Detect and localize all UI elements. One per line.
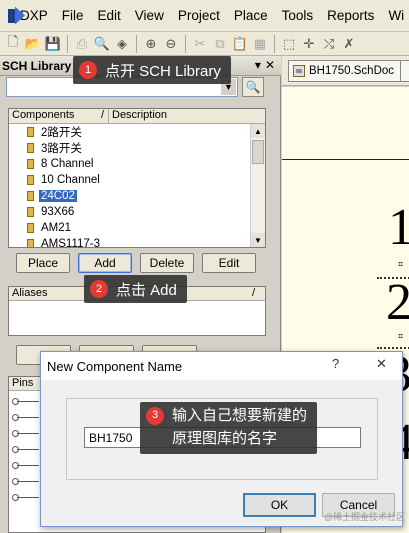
add-button[interactable]: Add — [78, 253, 132, 273]
tab-next[interactable] — [400, 60, 409, 82]
component-chip-icon — [27, 207, 34, 217]
zone-number: 1 — [388, 199, 409, 256]
components-list[interactable]: Components / Description 2路开关 3路开关 8 Cha… — [8, 108, 266, 248]
description-column-header[interactable]: Description — [109, 109, 167, 123]
component-buttons: Place Add Delete Edit — [16, 253, 256, 273]
step-badge: 2 — [90, 280, 108, 298]
schematic-doc-icon — [293, 65, 305, 77]
paste-icon[interactable]: 📋 — [231, 35, 249, 53]
components-scrollbar[interactable]: ▲ ▼ — [250, 124, 265, 247]
component-chip-icon — [27, 127, 34, 137]
pin-icon — [12, 494, 39, 501]
junction-mark: ⌗ — [398, 331, 404, 341]
close-icon[interactable]: ✕ — [376, 356, 387, 372]
menu-reports[interactable]: Reports — [321, 8, 382, 23]
pin-icon — [12, 462, 39, 469]
pin-icon — [12, 398, 39, 405]
list-item[interactable]: 93X66 — [9, 204, 265, 220]
list-item[interactable]: 10 Channel — [9, 172, 265, 188]
scroll-up-icon[interactable]: ▲ — [251, 124, 265, 138]
scroll-thumb[interactable] — [252, 140, 264, 164]
magnifier-icon[interactable]: 🔍 — [242, 77, 264, 97]
pin-icon — [12, 478, 39, 485]
component-chip-icon — [27, 143, 34, 153]
menu-edit[interactable]: Edit — [92, 8, 129, 23]
scroll-down-icon[interactable]: ▼ — [251, 233, 265, 247]
move-icon[interactable]: ✛ — [300, 35, 318, 53]
pin-icon — [12, 414, 39, 421]
clear-filter-icon[interactable]: ✗ — [340, 35, 358, 53]
list-item[interactable]: AM21 — [9, 220, 265, 236]
menu-project[interactable]: Project — [172, 8, 228, 23]
deselect-icon[interactable]: ⤭ — [320, 35, 338, 53]
pin-icon — [12, 430, 39, 437]
list-item-selected[interactable]: 24C02 — [9, 188, 265, 204]
save-icon[interactable]: 💾 — [44, 35, 62, 53]
menu-place[interactable]: Place — [228, 8, 276, 23]
callout-step-1: 1 点开 SCH Library — [73, 56, 231, 84]
panel-title: SCH Library — [2, 59, 72, 73]
toolbar-separator — [67, 34, 68, 53]
callout-text: 点击 Add — [116, 281, 177, 299]
step-badge: 1 — [79, 61, 97, 79]
tab-label: BH1750.SchDoc — [309, 65, 395, 77]
dialog-title: New Component Name — [47, 358, 183, 374]
component-icon[interactable]: ◈ — [113, 35, 131, 53]
panel-pin-icon[interactable]: ▾ — [255, 58, 261, 72]
select-icon[interactable]: ⬚ — [280, 35, 298, 53]
zoom-in-icon[interactable]: ⊕ — [142, 35, 160, 53]
edit-button[interactable]: Edit — [202, 253, 256, 273]
pin-icon — [12, 446, 39, 453]
list-item[interactable]: 8 Channel — [9, 156, 265, 172]
step-badge: 3 — [146, 406, 164, 425]
open-icon[interactable]: 📂 — [24, 35, 42, 53]
print-icon[interactable]: ⎙ — [73, 35, 91, 53]
callout-text-line-2: 原理图库的名字 — [172, 430, 278, 447]
component-chip-icon — [27, 239, 34, 247]
toolbar-separator — [185, 34, 186, 53]
menu-bar: DXP File Edit View Project Place Tools R… — [0, 0, 409, 32]
tab-bh1750-schdoc[interactable]: BH1750.SchDoc — [288, 60, 402, 82]
sort-indicator: / — [100, 109, 104, 121]
dialog-title-bar: New Component Name ? ✕ — [41, 352, 402, 380]
list-item[interactable]: 3路开关 — [9, 140, 265, 156]
menu-view[interactable]: View — [129, 8, 172, 23]
component-chip-icon — [27, 175, 34, 185]
zone-number: 2 — [386, 274, 409, 331]
copy-icon[interactable]: ⧉ — [211, 35, 229, 53]
component-chip-icon — [27, 159, 34, 169]
callout-text: 点开 SCH Library — [105, 62, 221, 80]
component-chip-icon — [27, 191, 34, 201]
junction-mark: ⌗ — [398, 259, 404, 269]
sheet-border-line — [282, 159, 409, 160]
menu-file[interactable]: File — [56, 8, 92, 23]
toolbar-separator — [136, 34, 137, 53]
ok-button[interactable]: OK — [243, 493, 316, 517]
components-list-header: Components / Description — [9, 109, 265, 124]
component-rows: 2路开关 3路开关 8 Channel 10 Channel 24C02 93X… — [9, 124, 265, 247]
menu-tools[interactable]: Tools — [276, 8, 322, 23]
zoom-out-icon[interactable]: ⊖ — [162, 35, 180, 53]
panel-close-icon[interactable]: ✕ — [265, 58, 275, 72]
list-item[interactable]: 2路开关 — [9, 124, 265, 140]
component-chip-icon — [27, 223, 34, 233]
callout-step-3: 3 输入自己想要新建的 原理图库的名字 — [140, 402, 318, 454]
standard-toolbar: 🗋 📂 💾 ⎙ 🔍 ◈ ⊕ ⊖ ✂ ⧉ 📋 ▦ ⬚ ✛ ⤭ ✗ — [0, 32, 409, 56]
list-item[interactable]: AMS1117-3 — [9, 236, 265, 247]
callout-text-line-1: 输入自己想要新建的 — [172, 407, 308, 424]
sort-indicator: / — [251, 287, 255, 299]
help-icon[interactable]: ? — [332, 356, 339, 371]
place-button[interactable]: Place — [16, 253, 70, 273]
paste-array-icon[interactable]: ▦ — [251, 35, 269, 53]
components-column-header[interactable]: Components / — [9, 109, 109, 123]
watermark: @稀土掘金技术社区 — [323, 512, 405, 522]
document-tabs: BH1750.SchDoc — [282, 56, 409, 86]
print-preview-icon[interactable]: 🔍 — [93, 35, 111, 53]
delete-button[interactable]: Delete — [140, 253, 194, 273]
callout-step-2: 2 点击 Add — [84, 275, 187, 303]
cut-icon[interactable]: ✂ — [191, 35, 209, 53]
menu-window[interactable]: Wi — [382, 8, 409, 23]
new-icon[interactable]: 🗋 — [4, 34, 22, 53]
toolbar-separator — [274, 34, 275, 53]
